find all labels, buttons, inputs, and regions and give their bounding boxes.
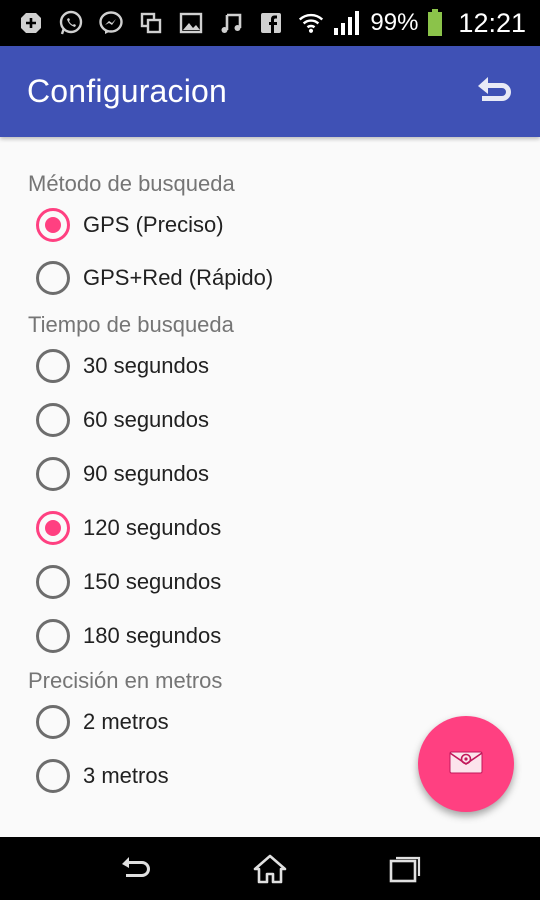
radio-label: 3 metros xyxy=(83,763,169,788)
radio-option-gps-precise[interactable]: GPS (Preciso) xyxy=(36,203,224,247)
messenger-icon xyxy=(98,10,124,36)
radio-label: GPS (Preciso) xyxy=(83,212,224,237)
radio-button[interactable] xyxy=(36,705,70,739)
page-title: Configuracion xyxy=(27,73,228,109)
signal-icon xyxy=(332,10,362,36)
radio-option-30s[interactable]: 30 segundos xyxy=(36,344,209,388)
radio-label: 150 segundos xyxy=(83,569,222,594)
radio-button[interactable] xyxy=(36,457,70,491)
radio-option-150s[interactable]: 150 segundos xyxy=(36,560,221,604)
notification-icons xyxy=(18,0,284,46)
music-icon xyxy=(218,10,244,36)
recents-icon[interactable] xyxy=(387,853,423,885)
radio-option-3m[interactable]: 3 metros xyxy=(36,754,169,798)
radio-label: 2 metros xyxy=(83,709,169,734)
status-bar: 99% 12:21 xyxy=(0,0,540,46)
radio-label: GPS+Red (Rápido) xyxy=(83,265,274,290)
section-header-search-time: Tiempo de busqueda xyxy=(28,312,234,337)
radio-button-checked[interactable] xyxy=(36,208,70,242)
battery-icon xyxy=(426,9,444,36)
radio-option-60s[interactable]: 60 segundos xyxy=(36,398,209,442)
copy-icon xyxy=(138,10,164,36)
radio-label: 180 segundos xyxy=(83,623,222,648)
radio-button[interactable] xyxy=(36,565,70,599)
app-bar: Configuracion xyxy=(0,46,540,137)
back-icon[interactable] xyxy=(118,853,154,885)
radio-option-180s[interactable]: 180 segundos xyxy=(36,614,221,658)
image-icon xyxy=(178,10,204,36)
radio-label: 60 segundos xyxy=(83,407,209,432)
section-header-precision: Precisión en metros xyxy=(28,668,223,693)
add-icon xyxy=(18,10,44,36)
radio-button[interactable] xyxy=(36,619,70,653)
section-header-search-method: Método de busqueda xyxy=(28,171,235,196)
system-status: 99% 12:21 xyxy=(298,0,526,46)
radio-label: 30 segundos xyxy=(83,353,209,378)
radio-option-90s[interactable]: 90 segundos xyxy=(36,452,209,496)
whatsapp-icon xyxy=(58,10,84,36)
radio-label: 120 segundos xyxy=(83,515,222,540)
system-nav-bar xyxy=(0,837,540,900)
radio-button-checked[interactable] xyxy=(36,511,70,545)
facebook-icon xyxy=(258,10,284,36)
email-icon xyxy=(448,747,484,782)
battery-percent: 99% xyxy=(370,9,419,36)
send-email-fab[interactable] xyxy=(418,716,514,812)
clock: 12:21 xyxy=(458,7,526,38)
radio-option-gps-network[interactable]: GPS+Red (Rápido) xyxy=(36,256,273,300)
undo-arrow-icon[interactable] xyxy=(474,75,514,109)
radio-label: 90 segundos xyxy=(83,461,209,486)
wifi-icon xyxy=(298,10,324,36)
radio-option-2m[interactable]: 2 metros xyxy=(36,700,169,744)
radio-option-120s[interactable]: 120 segundos xyxy=(36,506,221,550)
radio-button[interactable] xyxy=(36,261,70,295)
radio-button[interactable] xyxy=(36,349,70,383)
radio-button[interactable] xyxy=(36,403,70,437)
home-icon[interactable] xyxy=(252,853,288,885)
radio-button[interactable] xyxy=(36,759,70,793)
